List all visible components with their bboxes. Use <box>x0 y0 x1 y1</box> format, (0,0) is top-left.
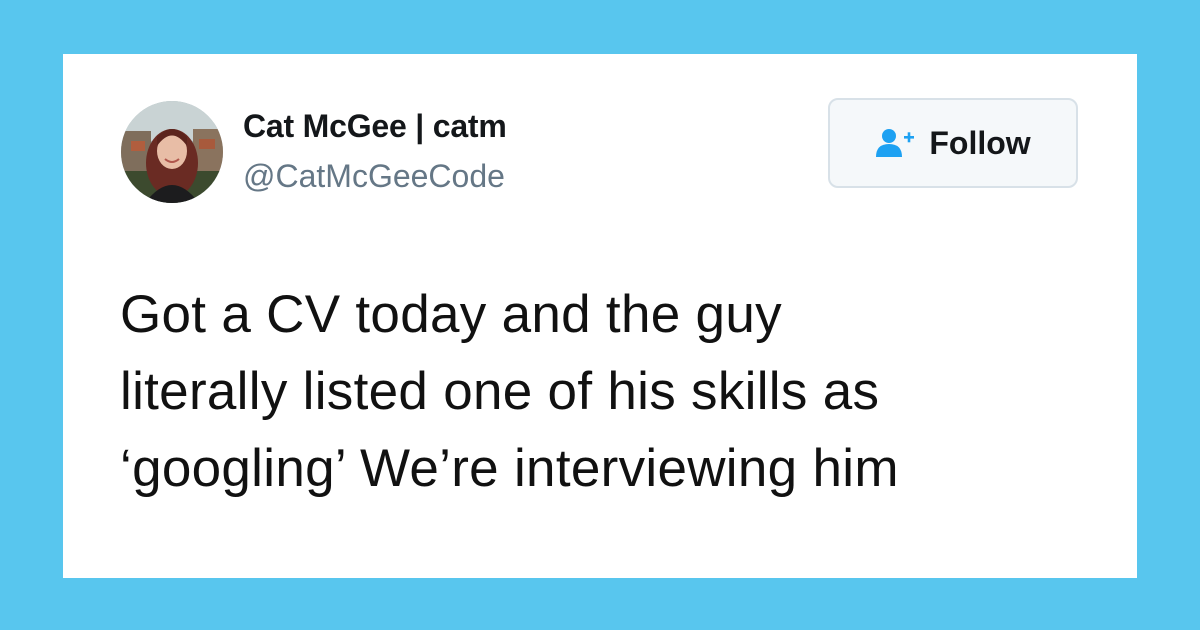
follow-button[interactable]: Follow <box>828 98 1078 188</box>
avatar[interactable] <box>121 101 223 203</box>
tweet-line: Got a CV today and the guy <box>120 285 782 344</box>
tweet-line: literally listed one of his skills as <box>120 362 880 421</box>
follow-label: Follow <box>929 124 1031 161</box>
tweet-line: ‘googling’ We’re interviewing him <box>120 439 899 498</box>
display-name[interactable]: Cat McGee | catm <box>243 108 507 145</box>
avatar-photo <box>121 101 223 203</box>
add-user-icon <box>876 129 915 157</box>
tweet-text: Got a CV today and the guy literally lis… <box>120 276 1100 507</box>
tweet-card: Cat McGee | catm @CatMcGeeCode Follow Go… <box>63 54 1137 578</box>
user-handle[interactable]: @CatMcGeeCode <box>243 158 505 195</box>
